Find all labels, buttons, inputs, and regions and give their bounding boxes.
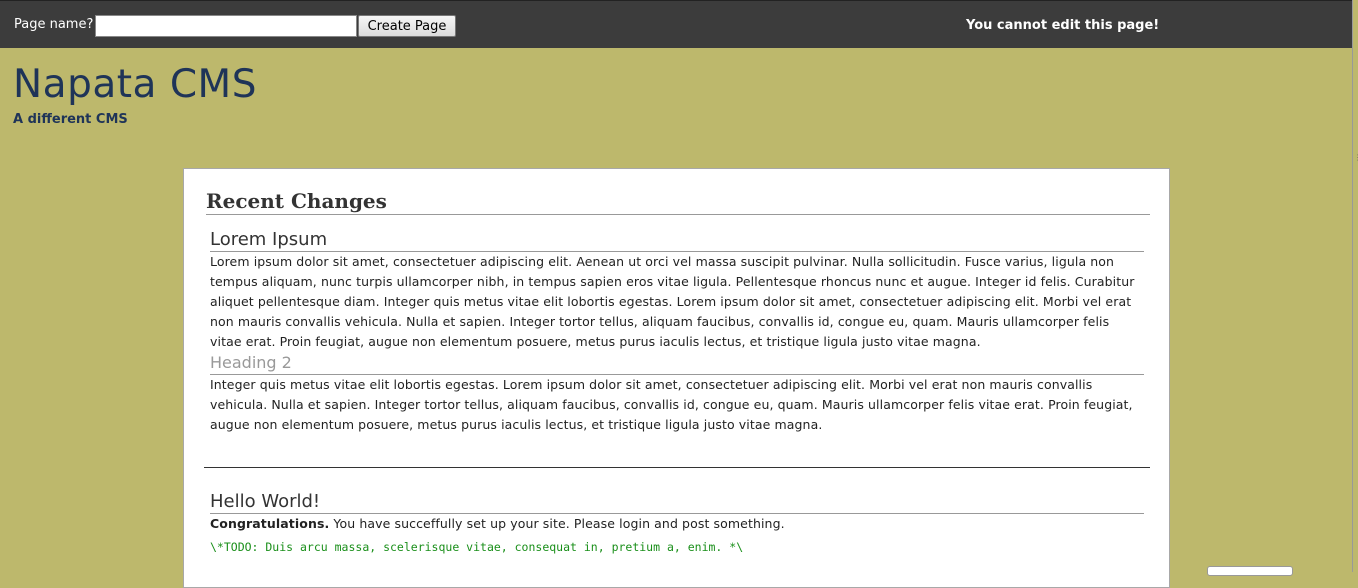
recent-changes-heading: Recent Changes	[206, 189, 1150, 215]
post-title: Hello World!	[210, 491, 1144, 514]
post-separator	[204, 467, 1150, 468]
corner-button[interactable]	[1207, 566, 1293, 576]
page-name-label: Page name?	[14, 17, 94, 32]
post-text: You have succeffully set up your site. P…	[329, 516, 785, 531]
main-content-panel: Recent Changes Lorem Ipsum Lorem ipsum d…	[183, 168, 1170, 588]
site-title: Napata CMS	[13, 62, 257, 107]
create-page-button[interactable]: Create Page	[358, 15, 456, 37]
post-paragraph: Congratulations. You have succeffully se…	[210, 514, 1144, 534]
scrollbar-grip-icon: ⋮	[1354, 153, 1358, 162]
post-code-comment: \*TODO: Duis arcu massa, scelerisque vit…	[210, 540, 744, 554]
post-hello-world: Hello World! Congratulations. You have s…	[210, 491, 1144, 554]
page-name-input[interactable]	[95, 15, 357, 37]
top-toolbar: Page name? Create Page You cannot edit t…	[0, 0, 1352, 48]
post-paragraph: Lorem ipsum dolor sit amet, consectetuer…	[210, 254, 1135, 349]
edit-permission-status: You cannot edit this page!	[966, 18, 1160, 33]
post-subheading: Heading 2	[210, 352, 1144, 375]
window-scrollbar[interactable]	[1352, 0, 1358, 572]
post-lorem-ipsum: Lorem Ipsum Lorem ipsum dolor sit amet, …	[210, 229, 1144, 435]
post-bold-lead: Congratulations.	[210, 516, 330, 531]
site-subtitle: A different CMS	[13, 112, 128, 127]
post-paragraph: Integer quis metus vitae elit lobortis e…	[210, 377, 1133, 432]
post-title: Lorem Ipsum	[210, 229, 1144, 252]
